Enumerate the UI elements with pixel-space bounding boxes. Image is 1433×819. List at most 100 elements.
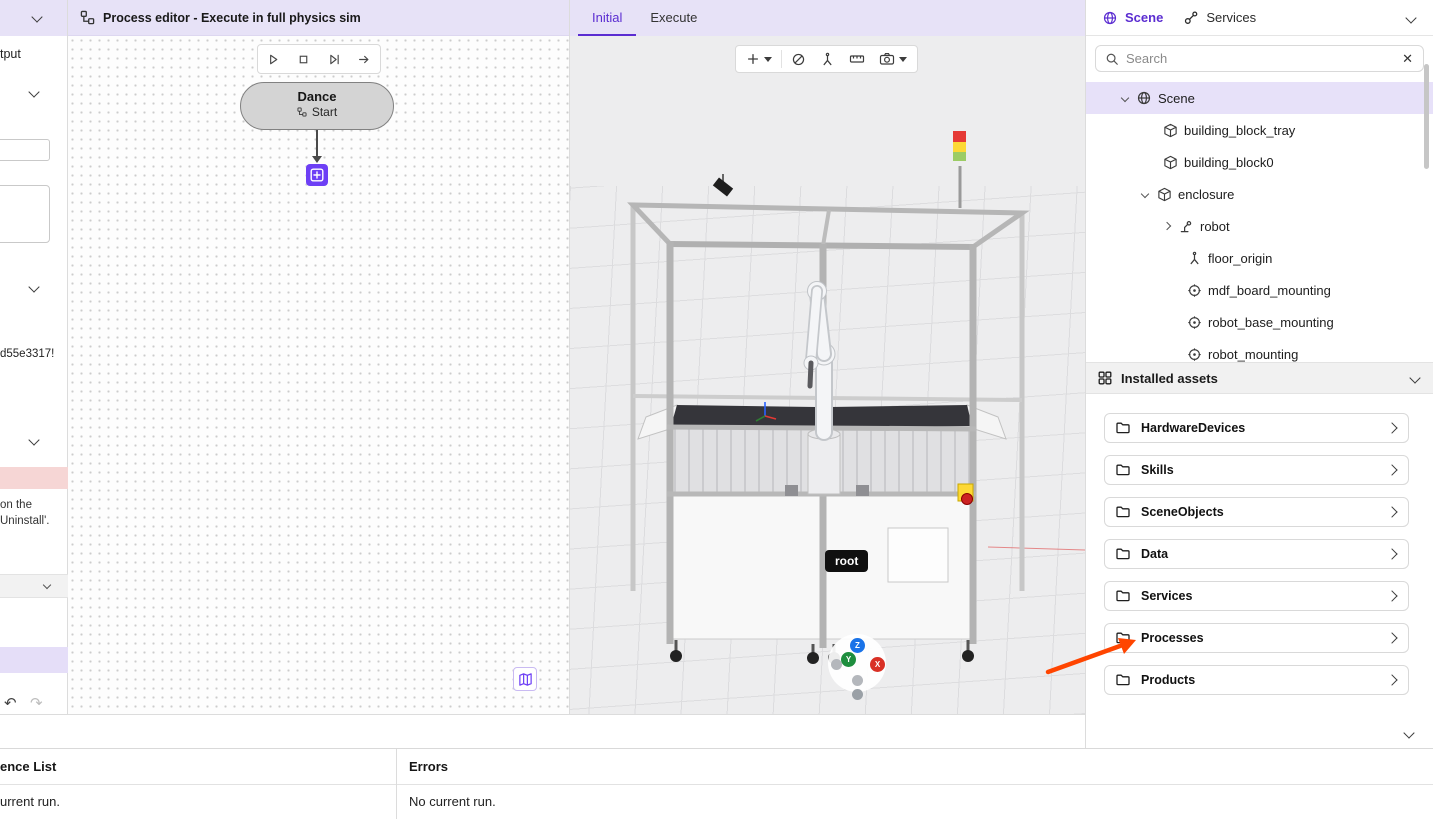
folder-icon bbox=[1115, 672, 1131, 688]
gizmo-x-axis[interactable]: X bbox=[870, 657, 885, 672]
asset-card-data[interactable]: Data bbox=[1104, 539, 1409, 569]
root-tooltip: root bbox=[825, 550, 868, 572]
asset-card-label: Skills bbox=[1141, 463, 1174, 477]
process-editor-canvas[interactable]: Dance Start bbox=[68, 36, 569, 714]
chevron-right-icon bbox=[1386, 632, 1397, 643]
gizmo-z-axis[interactable]: Z bbox=[850, 638, 865, 653]
folder-icon bbox=[1115, 588, 1131, 604]
transform-gizmo[interactable]: Z Y X bbox=[826, 632, 890, 712]
asset-category-list: HardwareDevices Skills SceneObjects Data… bbox=[1086, 394, 1433, 695]
tree-item-mdf-board-mounting[interactable]: mdf_board_mounting bbox=[1086, 274, 1433, 306]
skip-button[interactable] bbox=[351, 46, 379, 72]
errors-section: Errors No current run. bbox=[397, 749, 1433, 819]
tree-item-label: Scene bbox=[1158, 91, 1195, 106]
camera-view-button[interactable] bbox=[872, 47, 914, 71]
chevron-down-icon[interactable] bbox=[28, 86, 39, 97]
add-node-button[interactable] bbox=[306, 164, 328, 186]
chevron-right-icon bbox=[1386, 506, 1397, 517]
add-object-button[interactable] bbox=[739, 47, 779, 71]
clear-search-button[interactable]: ✕ bbox=[1392, 51, 1423, 67]
installed-assets-title: Installed assets bbox=[1121, 371, 1218, 386]
tree-item-label: floor_origin bbox=[1208, 251, 1272, 266]
caret-down-icon[interactable] bbox=[1121, 94, 1129, 102]
chevron-down-icon[interactable] bbox=[1409, 372, 1420, 383]
process-icon bbox=[297, 107, 307, 117]
tree-item-label: robot bbox=[1200, 219, 1230, 234]
cube-icon bbox=[1156, 186, 1172, 202]
chevron-down-icon[interactable] bbox=[31, 11, 42, 22]
asset-card-processes[interactable]: Processes bbox=[1104, 623, 1409, 653]
collapse-panel-chevron[interactable] bbox=[1405, 12, 1416, 23]
camera-icon bbox=[879, 51, 895, 67]
folder-icon bbox=[1115, 420, 1131, 436]
caret-right-icon[interactable] bbox=[1163, 222, 1171, 230]
node-connector-line bbox=[316, 130, 318, 157]
minimap-button[interactable] bbox=[513, 667, 537, 691]
gizmo-axis-dot[interactable] bbox=[852, 675, 863, 686]
note-text: on the bbox=[0, 499, 32, 511]
selected-list-item[interactable] bbox=[0, 647, 68, 673]
tab-execute[interactable]: Execute bbox=[636, 0, 711, 36]
text-area[interactable] bbox=[0, 185, 50, 243]
tree-item-enclosure[interactable]: enclosure bbox=[1086, 178, 1433, 210]
tree-item-robot[interactable]: robot bbox=[1086, 210, 1433, 242]
scene-panel: Scene Services ✕ Scene building_block_tr… bbox=[1085, 0, 1433, 748]
tab-initial[interactable]: Initial bbox=[578, 0, 636, 36]
asset-card-products[interactable]: Products bbox=[1104, 665, 1409, 695]
id-text-fragment: d55e3317! bbox=[0, 348, 54, 360]
tab-services[interactable]: Services bbox=[1183, 10, 1256, 26]
asset-card-sceneobjects[interactable]: SceneObjects bbox=[1104, 497, 1409, 527]
frame-tool-button[interactable] bbox=[813, 47, 842, 71]
redo-button[interactable]: ↷ bbox=[30, 694, 43, 712]
error-list-item[interactable] bbox=[0, 467, 68, 489]
tree-item-building-block0[interactable]: building_block0 bbox=[1086, 146, 1433, 178]
world-x-axis-line bbox=[988, 547, 1085, 550]
tree-item-floor-origin[interactable]: floor_origin bbox=[1086, 242, 1433, 274]
section-header[interactable] bbox=[0, 574, 68, 598]
tab-scene[interactable]: Scene bbox=[1102, 10, 1163, 26]
process-node-dance[interactable]: Dance Start bbox=[240, 82, 394, 130]
viewport-3d-canvas[interactable]: root Z Y X bbox=[570, 36, 1085, 714]
asset-card-label: Processes bbox=[1141, 631, 1204, 645]
asset-card-hardwaredevices[interactable]: HardwareDevices bbox=[1104, 413, 1409, 443]
play-button[interactable] bbox=[259, 46, 287, 72]
scene-search: ✕ bbox=[1095, 45, 1424, 72]
robot-arm[interactable] bbox=[804, 282, 840, 495]
chevron-down-icon[interactable] bbox=[28, 434, 39, 445]
viewport-panel: Initial Execute bbox=[570, 0, 1085, 714]
folder-icon bbox=[1115, 462, 1131, 478]
globe-icon bbox=[1136, 90, 1152, 106]
stop-button[interactable] bbox=[290, 46, 318, 72]
work-table-right bbox=[826, 405, 972, 428]
installed-assets-header[interactable]: Installed assets bbox=[1086, 362, 1433, 394]
grid-icon bbox=[1097, 370, 1113, 386]
note-text: Uninstall'. bbox=[0, 515, 50, 527]
scene-tree: Scene building_block_tray building_block… bbox=[1086, 82, 1433, 362]
mounting-icon bbox=[1186, 282, 1202, 298]
tab-label: Services bbox=[1206, 10, 1256, 25]
text-field[interactable] bbox=[0, 139, 50, 161]
chevron-down-icon[interactable] bbox=[28, 281, 39, 292]
scrollbar-thumb[interactable] bbox=[1424, 64, 1429, 169]
tree-item-building-block-tray[interactable]: building_block_tray bbox=[1086, 114, 1433, 146]
asset-card-label: SceneObjects bbox=[1141, 505, 1224, 519]
gizmo-axis-dot[interactable] bbox=[831, 659, 842, 670]
search-input[interactable] bbox=[1126, 51, 1392, 66]
play-icon bbox=[267, 53, 280, 66]
chevron-right-icon bbox=[1386, 422, 1397, 433]
tree-item-scene[interactable]: Scene bbox=[1086, 82, 1433, 114]
measure-tool-button[interactable] bbox=[842, 47, 872, 71]
step-forward-button[interactable] bbox=[320, 46, 348, 72]
gizmo-y-axis[interactable]: Y bbox=[841, 652, 856, 667]
undo-button[interactable]: ↶ bbox=[4, 694, 17, 712]
disable-collision-button[interactable] bbox=[784, 47, 813, 71]
tree-item-robot-base-mounting[interactable]: robot_base_mounting bbox=[1086, 306, 1433, 338]
asset-card-skills[interactable]: Skills bbox=[1104, 455, 1409, 485]
gizmo-axis-dot[interactable] bbox=[852, 689, 863, 700]
folder-icon bbox=[1115, 546, 1131, 562]
tree-item-label: robot_mounting bbox=[1208, 347, 1298, 362]
tree-item-robot-mounting[interactable]: robot_mounting bbox=[1086, 338, 1433, 362]
asset-card-services[interactable]: Services bbox=[1104, 581, 1409, 611]
caret-down-icon[interactable] bbox=[1141, 190, 1149, 198]
chevron-down-icon[interactable] bbox=[43, 581, 51, 589]
